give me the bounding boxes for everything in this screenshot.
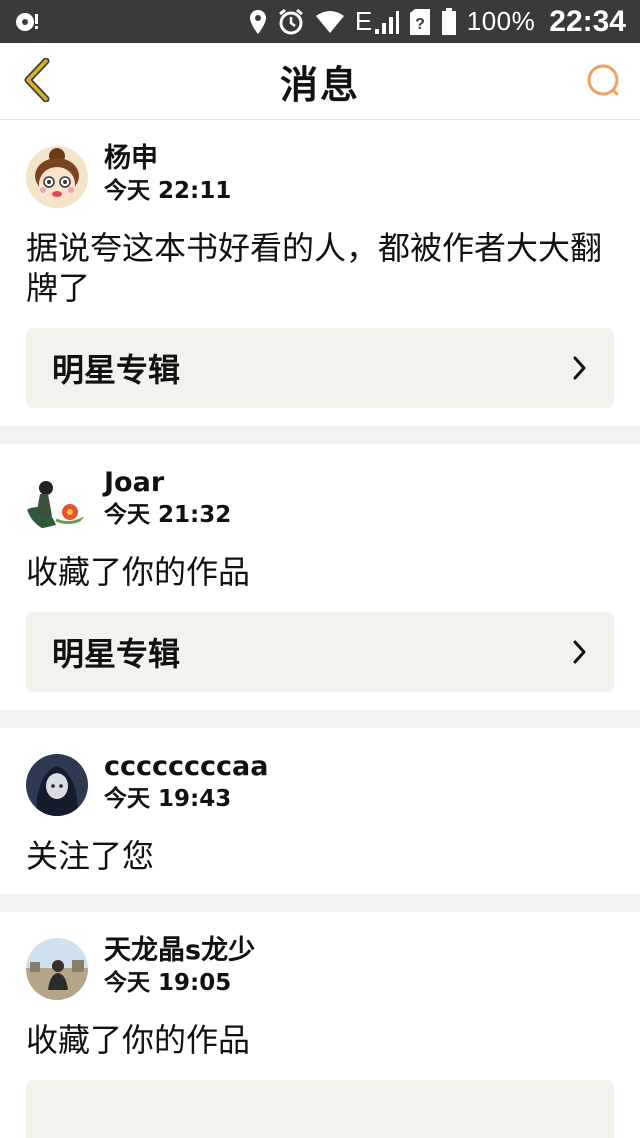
search-button[interactable] [582, 61, 626, 105]
user-meta: Joar 今天 21:32 [104, 466, 231, 530]
message-time: 今天 19:43 [104, 786, 232, 812]
avatar[interactable] [26, 146, 88, 208]
referenced-work-title: 明星专辑 [52, 635, 181, 673]
message-item[interactable]: Joar 今天 21:32 收藏了你的作品 明星专辑 [0, 444, 640, 710]
message-header: ccccccccaa 今天 19:43 [26, 750, 614, 816]
user-meta: ccccccccaa 今天 19:43 [104, 750, 268, 814]
referenced-work-card[interactable]: 明星专辑 [26, 612, 614, 692]
chevron-right-icon [572, 639, 588, 665]
avatar[interactable] [26, 938, 88, 1000]
cellular-signal-icon: E [355, 6, 399, 37]
app-header: 消息 [0, 43, 640, 120]
notification-icon [14, 10, 42, 34]
page-title: 消息 [279, 62, 360, 107]
wifi-icon [315, 10, 345, 34]
chevron-right-icon [572, 355, 588, 381]
message-text: 据说夸这本书好看的人，都被作者大大翻牌了 [26, 229, 603, 307]
user-name[interactable]: 杨申 [104, 142, 231, 176]
message-item[interactable]: ccccccccaa 今天 19:43 关注了您 [0, 728, 640, 894]
message-text: 收藏了你的作品 [26, 1021, 251, 1059]
cartoon-girl-avatar-icon [26, 146, 88, 208]
referenced-work-title: 明星专辑 [52, 351, 181, 389]
message-header: 杨申 今天 22:11 [26, 142, 614, 208]
message-item[interactable]: 杨申 今天 22:11 据说夸这本书好看的人，都被作者大大翻牌了 明星专辑 [0, 120, 640, 426]
user-name[interactable]: Joar [104, 466, 231, 500]
message-time: 今天 19:05 [104, 970, 232, 996]
message-time: 今天 21:32 [104, 502, 232, 528]
message-header: Joar 今天 21:32 [26, 466, 614, 532]
anime-girl-avatar-icon [26, 754, 88, 816]
photo-avatar-icon [26, 938, 88, 1000]
user-name[interactable]: ccccccccaa [104, 750, 268, 784]
sim-unknown-icon: ? [409, 8, 431, 36]
avatar[interactable] [26, 754, 88, 816]
battery-icon [441, 7, 457, 36]
battery-percentage: 100% [466, 6, 536, 36]
user-name[interactable]: 天龙晶s龙少 [104, 934, 255, 968]
message-item[interactable]: 天龙晶s龙少 今天 19:05 收藏了你的作品 [0, 912, 640, 1138]
location-icon [249, 9, 267, 35]
message-text: 收藏了你的作品 [26, 553, 251, 591]
illustration-avatar-icon [26, 470, 88, 532]
chevron-left-icon [22, 57, 52, 106]
status-clock: 22:34 [549, 4, 626, 38]
user-meta: 天龙晶s龙少 今天 19:05 [104, 934, 255, 998]
svg-text:?: ? [415, 16, 425, 33]
message-text: 关注了您 [26, 837, 155, 875]
user-meta: 杨申 今天 22:11 [104, 142, 231, 206]
status-bar: E ? 100% 22:34 [0, 0, 640, 43]
message-header: 天龙晶s龙少 今天 19:05 [26, 934, 614, 1000]
message-time: 今天 22:11 [104, 178, 232, 204]
referenced-work-card[interactable]: 明星专辑 [26, 328, 614, 408]
back-button[interactable] [14, 57, 60, 107]
search-icon [584, 61, 624, 105]
referenced-work-card[interactable] [26, 1080, 614, 1138]
avatar[interactable] [26, 470, 88, 532]
message-list: 杨申 今天 22:11 据说夸这本书好看的人，都被作者大大翻牌了 明星专辑 Jo… [0, 120, 640, 1138]
alarm-icon [277, 8, 305, 36]
